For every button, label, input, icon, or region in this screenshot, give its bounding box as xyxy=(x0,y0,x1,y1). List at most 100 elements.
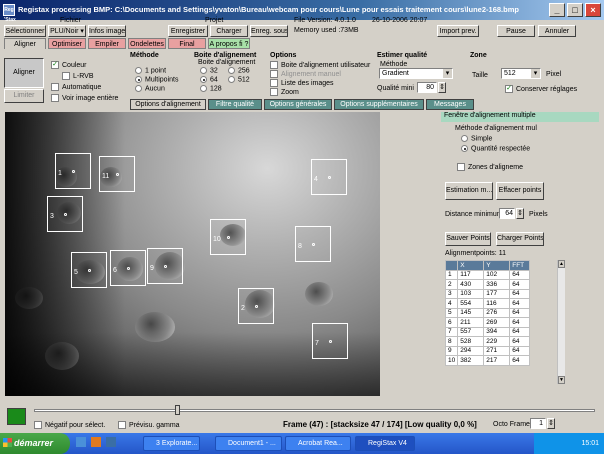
alignment-point-marker xyxy=(328,176,331,179)
alignment-point-box[interactable]: 10 xyxy=(210,219,246,255)
frame-slider-thumb[interactable] xyxy=(175,405,180,415)
alignment-point-box[interactable]: 11 xyxy=(99,156,135,192)
qualite-stepper[interactable]: ⇕ xyxy=(438,82,446,93)
table-row[interactable]: 2 430 336 64 xyxy=(445,279,531,290)
desktop-icon[interactable] xyxy=(76,437,86,447)
scroll-up-icon[interactable]: ▲ xyxy=(558,260,565,268)
image-list-checkbox[interactable]: Liste des images xyxy=(270,79,334,87)
manual-align-checkbox[interactable]: Alignement manuel xyxy=(270,70,341,78)
task-document[interactable]: Document1 - ... xyxy=(215,436,282,451)
save-project-button[interactable]: Enregistrer xyxy=(168,25,208,37)
table-row[interactable]: 5 145 276 64 xyxy=(445,307,531,318)
alignment-point-box[interactable]: 6 xyxy=(110,250,146,286)
radio-quantite[interactable]: Quantité respectée xyxy=(461,145,530,152)
alignment-point-box[interactable]: 5 xyxy=(71,252,107,288)
alignment-point-number: 10 xyxy=(213,236,221,243)
subtab-options-alignement[interactable]: Options d'alignement xyxy=(130,99,206,110)
zoom-checkbox[interactable]: Zoom xyxy=(270,88,299,96)
radio-1point[interactable]: 1 point xyxy=(135,67,166,74)
radio-32[interactable]: 32 xyxy=(200,67,218,74)
moon-image[interactable]: 1 11 3 5 6 9 10 2 4 8 7 xyxy=(5,112,380,396)
alignment-point-box[interactable]: 1 xyxy=(55,153,91,189)
mode-select[interactable]: PLU/Noir ▾ xyxy=(48,25,86,37)
cancel-button[interactable]: Annuler xyxy=(538,25,576,37)
alignment-point-box[interactable]: 9 xyxy=(147,248,183,284)
tab-final[interactable]: Final xyxy=(168,38,206,49)
radio-simple[interactable]: Simple xyxy=(461,135,492,142)
align-button[interactable]: Aligner xyxy=(4,58,44,88)
table-row[interactable]: 4 554 116 64 xyxy=(445,298,531,309)
pause-button[interactable]: Pause xyxy=(497,25,535,37)
radio-aucun[interactable]: Aucun xyxy=(135,85,165,92)
octo-stepper[interactable]: ⇕ xyxy=(547,418,555,429)
estimation-button[interactable]: Estimation m... xyxy=(445,182,493,200)
conserver-checkbox[interactable]: ✓ Conserver réglages xyxy=(505,85,577,93)
qualite-input[interactable]: 80 xyxy=(417,82,437,93)
table-cell: 554 xyxy=(457,298,485,309)
task-registax[interactable]: RegiStax V4 xyxy=(355,436,415,451)
subtab-options-generales[interactable]: Options générales xyxy=(264,99,332,110)
table-row[interactable]: 10 382 217 64 xyxy=(445,355,531,366)
load-project-button[interactable]: Charger xyxy=(210,25,248,37)
frame-slider-track[interactable] xyxy=(34,409,595,412)
table-row[interactable]: 8 528 229 64 xyxy=(445,336,531,347)
zones-checkbox[interactable]: Zones d'aligneme xyxy=(457,163,523,171)
subtab-options-supplementaires[interactable]: Options supplémentaires xyxy=(334,99,424,110)
table-row[interactable]: 3 103 177 64 xyxy=(445,288,531,299)
radio-64[interactable]: 64 xyxy=(200,76,218,83)
taille-select[interactable]: 512 ▾ xyxy=(501,68,541,79)
save-points-button[interactable]: Sauver Points xyxy=(445,232,491,246)
tab-apropos[interactable]: A propos fi ? xyxy=(208,38,250,49)
radio-256[interactable]: 256 xyxy=(228,67,250,74)
negatif-checkbox[interactable]: Négatif pour sélect. xyxy=(34,421,105,429)
browser-icon[interactable] xyxy=(90,437,101,447)
select-button[interactable]: Sélectionner xyxy=(4,25,46,37)
info-button[interactable]: Infos image xyxy=(88,25,126,37)
scroll-down-icon[interactable]: ▼ xyxy=(558,376,565,384)
points-table-scrollbar[interactable]: ▲ ▼ xyxy=(557,260,565,384)
close-button[interactable]: × xyxy=(585,3,601,17)
import-prev-button[interactable]: Import prev. xyxy=(437,25,479,37)
tab-optimiser[interactable]: Optimiser xyxy=(48,38,86,49)
alignment-point-box[interactable]: 2 xyxy=(238,288,274,324)
distance-stepper[interactable]: ⇕ xyxy=(516,208,524,219)
erase-points-button[interactable]: Effacer points xyxy=(496,182,544,200)
alignment-point-box[interactable]: 7 xyxy=(312,323,348,359)
start-button[interactable]: démarrer xyxy=(0,433,70,454)
alignment-point-box[interactable]: 3 xyxy=(47,196,83,232)
subtab-filtre-qualite[interactable]: Filtre qualité xyxy=(208,99,262,110)
auto-checkbox[interactable]: Automatique xyxy=(51,83,101,91)
minimize-button[interactable]: _ xyxy=(549,3,565,17)
tab-aligner[interactable]: Aligner xyxy=(4,38,46,49)
tab-empiler[interactable]: Empiler xyxy=(88,38,126,49)
radio-512[interactable]: 512 xyxy=(228,76,250,83)
table-row[interactable]: 6 211 269 64 xyxy=(445,317,531,328)
alignment-point-box[interactable]: 8 xyxy=(295,226,331,262)
distance-input[interactable]: 64 xyxy=(499,208,515,219)
table-row[interactable]: 1 117 102 64 xyxy=(445,269,531,280)
radio-multipoints[interactable]: Multipoints xyxy=(135,76,178,83)
task-acrobat[interactable]: Acrobat Rea... xyxy=(285,436,351,451)
octo-input[interactable]: 1 xyxy=(530,418,546,429)
media-icon[interactable] xyxy=(105,437,116,447)
subtab-messages[interactable]: Messages xyxy=(426,99,474,110)
task-explorer[interactable]: 3 Explorate... xyxy=(143,436,200,451)
load-points-button[interactable]: Charger Points xyxy=(496,232,544,246)
points-table-container[interactable]: X Y FFT 1 117 102 64 2 430 336 64 3 103 177 64 4 554 1… xyxy=(445,260,555,384)
save-as-button[interactable]: Enreg. sous xyxy=(250,25,288,37)
estimer-methode-select[interactable]: Gradient ▾ xyxy=(379,68,453,79)
alignment-point-box[interactable]: 4 xyxy=(311,159,347,195)
limit-button[interactable]: Limiter xyxy=(4,89,44,103)
status-indicator xyxy=(7,408,26,425)
table-row[interactable]: 9 294 271 64 xyxy=(445,345,531,356)
previsu-checkbox[interactable]: Prévisu. gamma xyxy=(118,421,180,429)
radio-128[interactable]: 128 xyxy=(200,85,222,92)
whole-image-checkbox[interactable]: Voir image entière xyxy=(51,94,118,102)
octo-label: Octo Frame xyxy=(493,421,530,428)
tab-ondelettes[interactable]: Ondelettes xyxy=(128,38,166,49)
maximize-button[interactable]: □ xyxy=(567,3,583,17)
color-checkbox[interactable]: ✓ Couleur xyxy=(51,61,87,69)
user-box-checkbox[interactable]: Boite d'alignement utilisateur xyxy=(270,61,370,69)
lrvb-checkbox[interactable]: L-RVB xyxy=(62,72,94,80)
table-row[interactable]: 7 557 394 64 xyxy=(445,326,531,337)
